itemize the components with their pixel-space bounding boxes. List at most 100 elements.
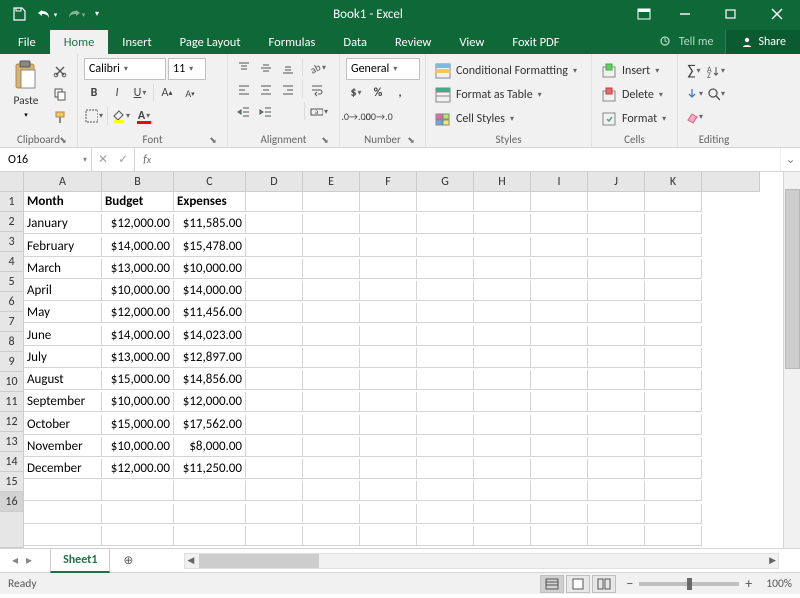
column-header-H[interactable]: H xyxy=(474,172,531,192)
cell-H14[interactable] xyxy=(474,481,531,501)
cell-H12[interactable] xyxy=(474,437,531,457)
cell-C6[interactable]: $11,456.00 xyxy=(174,303,246,323)
cell-K10[interactable] xyxy=(645,392,702,412)
cell-C3[interactable]: $15,478.00 xyxy=(174,237,246,257)
cell-A16[interactable] xyxy=(24,526,102,546)
cell-G15[interactable] xyxy=(417,504,474,524)
cell-C8[interactable]: $12,897.00 xyxy=(174,348,246,368)
cell-B13[interactable]: $12,000.00 xyxy=(102,459,174,479)
decrease-font-icon[interactable]: A▾ xyxy=(180,83,200,103)
cell-A15[interactable] xyxy=(24,504,102,524)
find-select-icon[interactable]: ▾ xyxy=(706,84,726,104)
cell-D15[interactable] xyxy=(246,504,303,524)
cell-F6[interactable] xyxy=(360,303,417,323)
row-header-14[interactable]: 14 xyxy=(0,452,24,472)
cell-D8[interactable] xyxy=(246,348,303,368)
cell-E8[interactable] xyxy=(303,348,360,368)
cell-D4[interactable] xyxy=(246,259,303,279)
cell-D2[interactable] xyxy=(246,214,303,234)
cell-K3[interactable] xyxy=(645,237,702,257)
cell-B15[interactable] xyxy=(102,504,174,524)
cell-K8[interactable] xyxy=(645,348,702,368)
cell-G13[interactable] xyxy=(417,459,474,479)
cell-G3[interactable] xyxy=(417,237,474,257)
column-header-K[interactable]: K xyxy=(645,172,702,192)
row-header-11[interactable]: 11 xyxy=(0,392,24,412)
cell-K5[interactable] xyxy=(645,281,702,301)
cell-J16[interactable] xyxy=(588,526,645,546)
cell-G2[interactable] xyxy=(417,214,474,234)
cell-A14[interactable] xyxy=(24,481,102,501)
cell-B6[interactable]: $12,000.00 xyxy=(102,303,174,323)
alignment-launcher[interactable]: ⬊ xyxy=(319,134,331,146)
cell-D5[interactable] xyxy=(246,281,303,301)
cell-J9[interactable] xyxy=(588,370,645,390)
zoom-in-button[interactable]: + xyxy=(745,575,752,592)
cell-K4[interactable] xyxy=(645,259,702,279)
cell-G9[interactable] xyxy=(417,370,474,390)
cell-J2[interactable] xyxy=(588,214,645,234)
cell-B14[interactable] xyxy=(102,481,174,501)
redo-icon[interactable]: ▾ xyxy=(62,2,88,26)
row-header-4[interactable]: 4 xyxy=(0,252,24,272)
cell-J5[interactable] xyxy=(588,281,645,301)
paste-button[interactable]: Paste ▾ xyxy=(6,58,46,119)
cells-area[interactable]: MonthBudgetExpensesJanuary$12,000.00$11,… xyxy=(24,192,702,548)
cell-E3[interactable] xyxy=(303,237,360,257)
delete-cells-button[interactable]: Delete▾ xyxy=(598,84,668,106)
cell-A4[interactable]: March xyxy=(24,259,102,279)
maximize-button[interactable] xyxy=(708,0,754,28)
close-button[interactable] xyxy=(754,0,800,28)
name-box[interactable]: O16▾ xyxy=(0,148,92,171)
cell-K6[interactable] xyxy=(645,303,702,323)
formula-expand-icon[interactable]: ⌄ xyxy=(780,148,800,171)
cell-K2[interactable] xyxy=(645,214,702,234)
cell-K14[interactable] xyxy=(645,481,702,501)
cell-A12[interactable]: November xyxy=(24,437,102,457)
decrease-decimal-icon[interactable]: .00→.0 xyxy=(368,106,388,126)
cell-J10[interactable] xyxy=(588,392,645,412)
cell-E10[interactable] xyxy=(303,392,360,412)
column-header-I[interactable]: I xyxy=(531,172,588,192)
tab-review[interactable]: Review xyxy=(381,30,445,54)
cell-A11[interactable]: October xyxy=(24,415,102,435)
number-format-combo[interactable]: General▾ xyxy=(346,58,420,80)
cell-F3[interactable] xyxy=(360,237,417,257)
cell-J8[interactable] xyxy=(588,348,645,368)
cell-F14[interactable] xyxy=(360,481,417,501)
align-middle-icon[interactable] xyxy=(256,58,276,78)
column-header-A[interactable]: A xyxy=(24,172,102,192)
cell-J11[interactable] xyxy=(588,415,645,435)
zoom-level[interactable]: 100% xyxy=(766,577,792,591)
row-header-13[interactable]: 13 xyxy=(0,432,24,452)
row-header-16[interactable]: 16 xyxy=(0,492,24,512)
cell-J7[interactable] xyxy=(588,326,645,346)
minimize-button[interactable] xyxy=(662,0,708,28)
cell-D13[interactable] xyxy=(246,459,303,479)
cell-A13[interactable]: December xyxy=(24,459,102,479)
cell-D1[interactable] xyxy=(246,192,303,212)
fill-color-button[interactable]: ▾ xyxy=(111,106,131,126)
cell-D14[interactable] xyxy=(246,481,303,501)
cell-H11[interactable] xyxy=(474,415,531,435)
cell-K16[interactable] xyxy=(645,526,702,546)
cell-F8[interactable] xyxy=(360,348,417,368)
cell-C14[interactable] xyxy=(174,481,246,501)
sort-filter-icon[interactable]: AZ▾ xyxy=(706,61,726,81)
cell-F4[interactable] xyxy=(360,259,417,279)
cell-J15[interactable] xyxy=(588,504,645,524)
format-cells-button[interactable]: Format▾ xyxy=(598,108,668,130)
cell-I9[interactable] xyxy=(531,370,588,390)
cell-B8[interactable]: $13,000.00 xyxy=(102,348,174,368)
cell-H15[interactable] xyxy=(474,504,531,524)
sheet-tab-sheet1[interactable]: Sheet1 xyxy=(50,548,110,573)
cell-C11[interactable]: $17,562.00 xyxy=(174,415,246,435)
tab-home[interactable]: Home xyxy=(50,30,109,54)
fx-icon[interactable]: fx xyxy=(135,148,159,171)
cell-F13[interactable] xyxy=(360,459,417,479)
cell-I16[interactable] xyxy=(531,526,588,546)
cell-B1[interactable]: Budget xyxy=(102,192,174,212)
vertical-scrollbar[interactable] xyxy=(783,172,800,548)
cell-B11[interactable]: $15,000.00 xyxy=(102,415,174,435)
cell-G11[interactable] xyxy=(417,415,474,435)
